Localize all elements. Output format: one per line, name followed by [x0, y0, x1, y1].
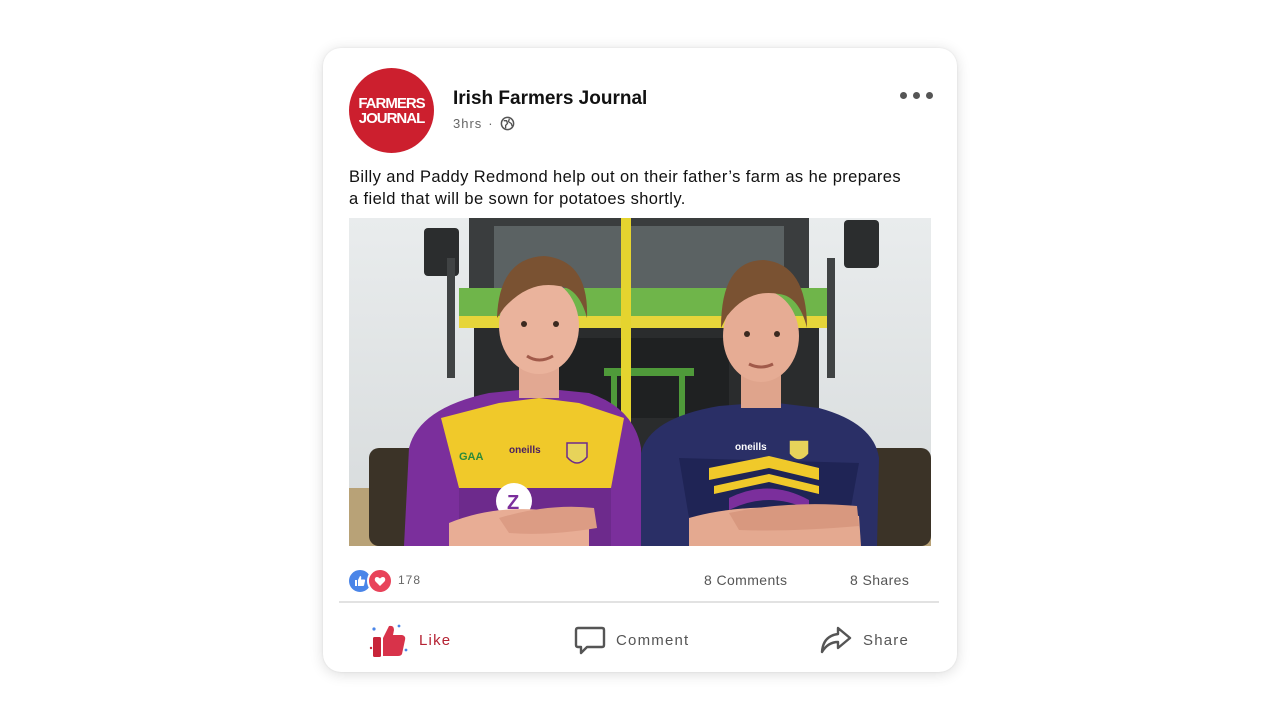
actions-divider	[339, 601, 939, 603]
reactions-count[interactable]: 178	[398, 573, 421, 587]
like-button[interactable]: Like	[369, 620, 451, 660]
post-photo[interactable]: Z oneills GAA oneills	[349, 218, 931, 546]
jersey-left-brand: oneills	[509, 445, 541, 456]
share-label: Share	[863, 631, 910, 649]
logo-text-top: FARMERS	[358, 94, 425, 112]
comments-count-link[interactable]: 8 Comments	[704, 572, 787, 588]
more-dot-icon	[913, 92, 920, 99]
logo-text-bottom: JOURNAL	[358, 109, 426, 127]
thumbs-up-icon	[369, 624, 408, 657]
comment-label: Comment	[616, 631, 690, 649]
post-caption: Billy and Paddy Redmond help out on thei…	[349, 168, 902, 208]
social-post-card: FARMERS JOURNAL Irish Farmers Journal 3h…	[323, 48, 957, 672]
reaction-icons[interactable]	[347, 568, 393, 594]
post-time[interactable]: 3hrs	[453, 116, 482, 131]
comment-bubble-icon	[574, 626, 606, 655]
meta-separator: ·	[488, 116, 494, 131]
page-avatar-logo[interactable]: FARMERS JOURNAL	[349, 68, 434, 153]
share-arrow-icon	[820, 626, 852, 654]
shares-count-link[interactable]: 8 Shares	[850, 572, 909, 588]
more-dot-icon	[926, 92, 933, 99]
more-options-button[interactable]	[900, 92, 933, 99]
jersey-right-brand: oneills	[735, 442, 767, 453]
globe-icon	[500, 116, 514, 131]
like-label: Like	[419, 631, 452, 649]
post-meta: 3hrs ·	[453, 116, 515, 131]
post-stats-bar: 178 8 Comments 8 Shares	[347, 568, 913, 594]
more-dot-icon	[900, 92, 907, 99]
comment-button[interactable]: Comment	[574, 620, 689, 660]
love-reaction-icon	[367, 568, 393, 594]
page-name[interactable]: Irish Farmers Journal	[453, 88, 647, 110]
share-button[interactable]: Share	[819, 620, 909, 660]
jersey-left-gaa: GAA	[459, 451, 484, 463]
photo-illustration: Z oneills GAA oneills	[349, 218, 931, 546]
